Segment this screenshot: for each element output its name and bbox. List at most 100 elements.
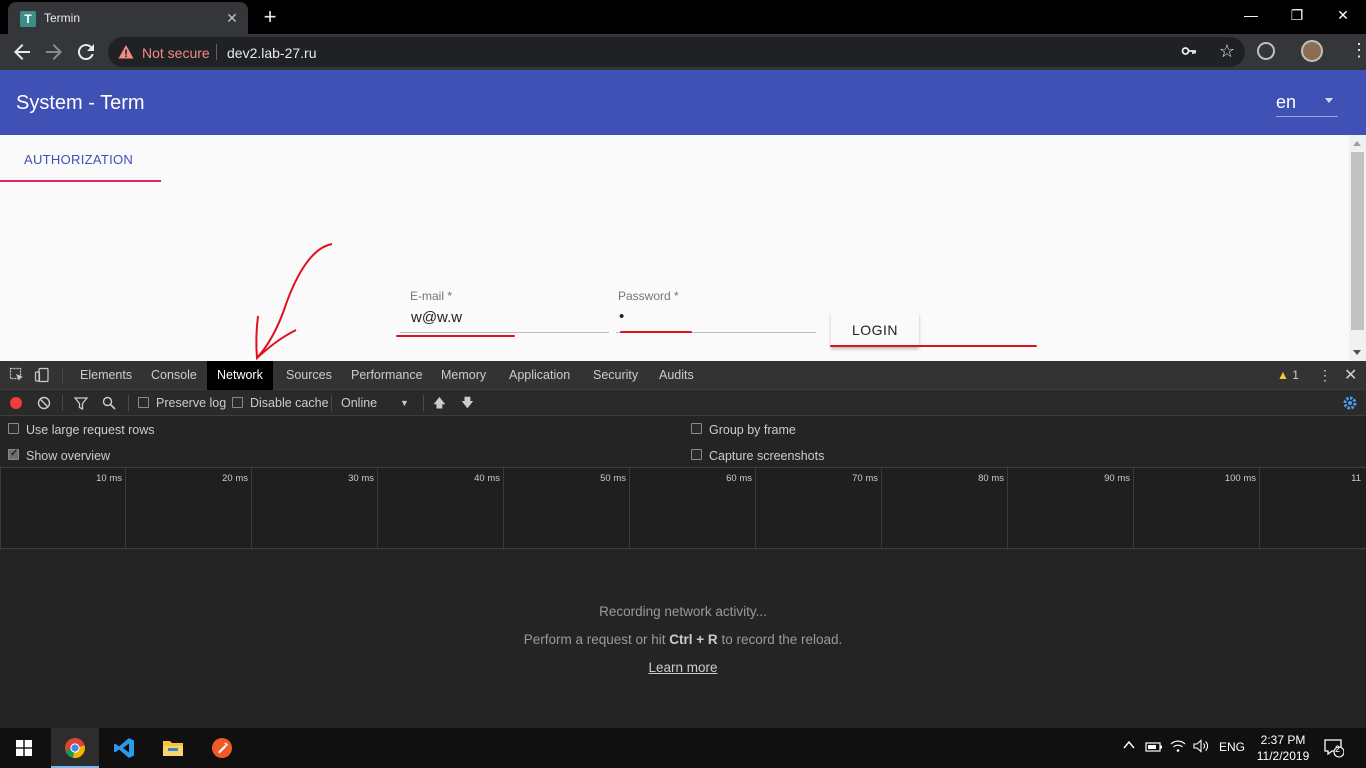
password-label: Password * bbox=[618, 289, 679, 303]
back-icon[interactable] bbox=[10, 40, 34, 64]
browser-title-bar: T Termin ✕ + — ❐ ✕ bbox=[0, 0, 1366, 34]
email-underline bbox=[400, 332, 609, 333]
timeline-gridline bbox=[755, 468, 756, 548]
network-overview-timeline[interactable]: 10 ms 20 ms 30 ms 40 ms 50 ms 60 ms 70 ms 80 ms… bbox=[0, 468, 1366, 549]
timeline-tick-label: 60 ms bbox=[726, 473, 752, 484]
disable-cache-label[interactable]: Disable cache bbox=[250, 396, 329, 410]
large-rows-checkbox[interactable] bbox=[8, 423, 19, 434]
network-empty-state: Recording network activity... Perform a … bbox=[0, 551, 1366, 728]
clear-icon[interactable] bbox=[37, 396, 51, 410]
tab-authorization[interactable]: AUTHORIZATION bbox=[24, 152, 133, 167]
login-button[interactable]: LOGIN bbox=[831, 313, 919, 347]
system-clock[interactable]: 2:37 PM 11/2/2019 bbox=[1252, 732, 1314, 764]
profile-avatar[interactable] bbox=[1301, 40, 1323, 62]
volume-icon[interactable] bbox=[1193, 739, 1209, 753]
address-bar[interactable]: Not secure dev2.lab-27.ru ☆ bbox=[108, 37, 1245, 67]
web-page: System - Term en AUTHORIZATION E-mail * … bbox=[0, 70, 1366, 361]
tab-audits[interactable]: Audits bbox=[649, 361, 704, 390]
disable-cache-checkbox[interactable] bbox=[232, 397, 243, 408]
email-field[interactable]: w@w.w bbox=[411, 309, 462, 326]
tab-sources[interactable]: Sources bbox=[276, 361, 342, 390]
divider bbox=[423, 395, 424, 411]
annotation-underline-login bbox=[830, 345, 1037, 347]
close-devtools-icon[interactable]: ✕ bbox=[1344, 365, 1357, 385]
devtools-menu-icon[interactable]: ⋮ bbox=[1318, 367, 1332, 384]
security-label[interactable]: Not secure bbox=[142, 45, 210, 61]
input-language[interactable]: ENG bbox=[1219, 740, 1245, 754]
clock-time: 2:37 PM bbox=[1260, 733, 1306, 747]
battery-icon[interactable] bbox=[1145, 740, 1163, 754]
tab-application[interactable]: Application bbox=[499, 361, 580, 390]
show-overview-label[interactable]: Show overview bbox=[26, 449, 110, 463]
show-hidden-icons-icon[interactable] bbox=[1122, 738, 1136, 752]
warnings-counter[interactable]: ▲ 1 bbox=[1277, 368, 1299, 382]
browser-tab[interactable]: T Termin ✕ bbox=[8, 2, 248, 34]
group-by-frame-label[interactable]: Group by frame bbox=[709, 423, 796, 437]
preserve-log-checkbox[interactable] bbox=[138, 397, 149, 408]
close-window-button[interactable]: ✕ bbox=[1320, 0, 1366, 32]
page-scrollbar[interactable] bbox=[1349, 135, 1366, 361]
password-field[interactable]: • bbox=[619, 308, 624, 325]
key-icon[interactable] bbox=[1181, 43, 1197, 59]
export-har-icon[interactable]: 🡇 bbox=[461, 394, 474, 415]
tab-performance[interactable]: Performance bbox=[341, 361, 433, 390]
vscode-icon bbox=[114, 738, 134, 758]
network-settings-gear-icon[interactable] bbox=[1342, 395, 1358, 411]
capture-screenshots-label[interactable]: Capture screenshots bbox=[709, 449, 824, 463]
wifi-icon[interactable] bbox=[1170, 739, 1186, 753]
capture-screenshots-checkbox[interactable] bbox=[691, 449, 702, 460]
timeline-gridline bbox=[125, 468, 126, 548]
forward-icon[interactable] bbox=[42, 40, 66, 64]
bookmark-star-icon[interactable]: ☆ bbox=[1219, 41, 1235, 62]
import-har-icon[interactable]: 🡅 bbox=[433, 394, 446, 415]
windows-start-icon[interactable] bbox=[16, 740, 32, 756]
tab-title: Termin bbox=[44, 11, 81, 25]
timeline-tick-label: 100 ms bbox=[1224, 473, 1256, 484]
timeline-tick-label: 30 ms bbox=[348, 473, 374, 484]
action-center-icon[interactable]: 2 bbox=[1324, 738, 1344, 758]
close-tab-icon[interactable]: ✕ bbox=[222, 8, 242, 28]
tab-security[interactable]: Security bbox=[583, 361, 648, 390]
tab-elements[interactable]: Elements bbox=[70, 361, 142, 390]
record-icon[interactable] bbox=[10, 397, 22, 409]
restore-button[interactable]: ❐ bbox=[1274, 0, 1320, 32]
devtools-panel: Elements Console Network Sources Perform… bbox=[0, 361, 1366, 728]
reload-hint: Perform a request or hit Ctrl + R to rec… bbox=[0, 632, 1366, 647]
chevron-down-icon[interactable]: ▼ bbox=[400, 398, 409, 408]
timeline-tick-label: 70 ms bbox=[852, 473, 878, 484]
taskbar-postman[interactable] bbox=[198, 728, 246, 768]
group-by-frame-checkbox[interactable] bbox=[691, 423, 702, 434]
scroll-up-icon[interactable] bbox=[1353, 141, 1361, 146]
device-toolbar-icon[interactable] bbox=[34, 367, 50, 383]
tab-network[interactable]: Network bbox=[207, 361, 273, 390]
throttling-select[interactable]: Online bbox=[341, 396, 377, 410]
search-icon[interactable] bbox=[102, 396, 116, 410]
scroll-thumb[interactable] bbox=[1351, 152, 1364, 330]
reload-icon[interactable] bbox=[74, 40, 98, 64]
show-overview-checkbox[interactable] bbox=[8, 448, 19, 460]
app-header: System - Term en bbox=[0, 70, 1366, 135]
url-text[interactable]: dev2.lab-27.ru bbox=[227, 45, 317, 61]
app-title: System - Term bbox=[16, 92, 145, 114]
new-tab-button[interactable]: + bbox=[257, 5, 283, 31]
preserve-log-label[interactable]: Preserve log bbox=[156, 396, 226, 410]
filter-icon[interactable] bbox=[74, 397, 88, 410]
learn-more-link[interactable]: Learn more bbox=[648, 660, 717, 675]
timeline-tick-label: 11 bbox=[1351, 473, 1361, 484]
not-secure-warning-icon[interactable] bbox=[118, 44, 134, 60]
extension-globe-icon[interactable] bbox=[1257, 42, 1275, 60]
tab-console[interactable]: Console bbox=[141, 361, 207, 390]
divider bbox=[331, 395, 332, 411]
chrome-menu-icon[interactable]: ⋮ bbox=[1350, 40, 1366, 61]
minimize-button[interactable]: — bbox=[1228, 0, 1274, 32]
taskbar-vscode[interactable] bbox=[100, 728, 148, 768]
language-select[interactable]: en bbox=[1276, 92, 1296, 113]
chevron-down-icon[interactable] bbox=[1325, 98, 1333, 103]
inspect-element-icon[interactable] bbox=[9, 367, 25, 383]
timeline-tick-label: 20 ms bbox=[222, 473, 248, 484]
taskbar-file-explorer[interactable] bbox=[149, 728, 197, 768]
large-rows-label[interactable]: Use large request rows bbox=[26, 423, 155, 437]
taskbar-chrome[interactable] bbox=[51, 728, 99, 768]
scroll-down-icon[interactable] bbox=[1353, 350, 1361, 355]
tab-memory[interactable]: Memory bbox=[431, 361, 496, 390]
